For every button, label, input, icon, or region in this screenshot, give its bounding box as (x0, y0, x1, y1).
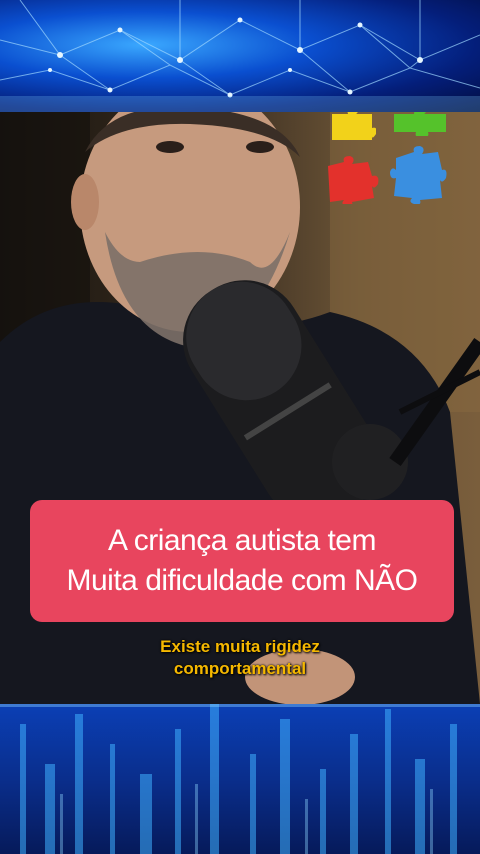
green-puzzle-icon (394, 112, 446, 136)
subtitle: Existe muita rigidez comportamental (100, 636, 380, 680)
red-puzzle-icon (328, 156, 379, 204)
subtitle-line-1: Existe muita rigidez (160, 637, 320, 656)
top-network-banner (0, 0, 480, 112)
bottom-data-banner (0, 704, 480, 854)
caption-box: A criança autista tem Muita dificuldade … (30, 500, 454, 622)
yellow-puzzle-icon (332, 112, 376, 140)
data-bars-graphic (0, 704, 480, 854)
network-lines-graphic (0, 0, 480, 112)
subtitle-line-2: comportamental (173, 659, 307, 678)
blue-puzzle-icon (390, 146, 447, 204)
caption-line-1: A criança autista tem (108, 524, 376, 557)
caption-line-2: Muita dificuldade com NÃO (66, 564, 419, 597)
